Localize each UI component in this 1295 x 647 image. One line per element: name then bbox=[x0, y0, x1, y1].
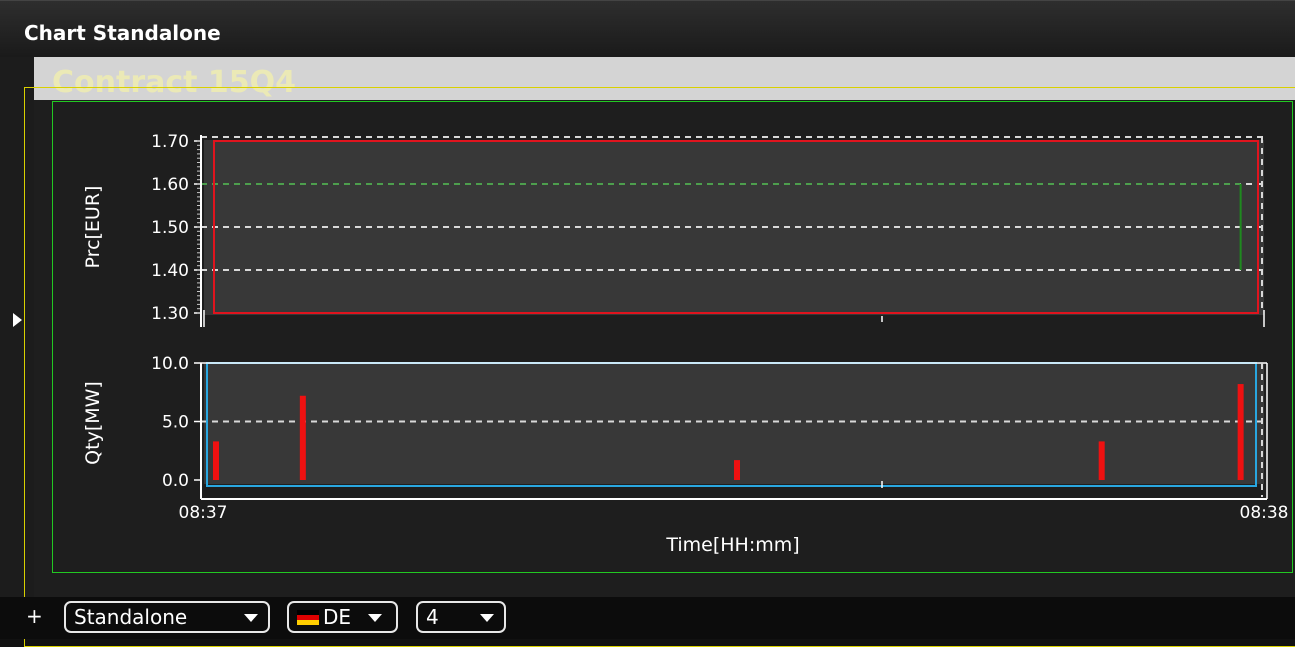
qty-bar bbox=[1237, 384, 1244, 480]
price-y-tick-label: 1.60 bbox=[151, 175, 189, 195]
qty-y-tick-label: 5.0 bbox=[162, 413, 189, 433]
chevron-down-icon bbox=[368, 614, 382, 622]
price-y-tick-label: 1.30 bbox=[151, 304, 189, 324]
mode-dropdown[interactable]: Standalone bbox=[64, 601, 270, 633]
count-dropdown-value: 4 bbox=[426, 605, 439, 629]
mode-dropdown-value: Standalone bbox=[74, 605, 188, 629]
x-tick-label: 08:38 bbox=[1240, 503, 1289, 523]
country-dropdown-value: DE bbox=[323, 605, 352, 629]
add-button[interactable]: + bbox=[26, 606, 43, 626]
germany-flag-icon bbox=[297, 610, 319, 625]
price-y-tick-label: 1.70 bbox=[151, 132, 189, 152]
qty-bar bbox=[1098, 441, 1105, 480]
x-axis-label: Time[HH:mm] bbox=[665, 534, 799, 556]
price-y-tick-label: 1.50 bbox=[151, 218, 189, 238]
chevron-down-icon bbox=[244, 614, 258, 622]
x-tick-label: 08:37 bbox=[179, 503, 228, 523]
qty-y-tick-label: 10.0 bbox=[151, 354, 189, 374]
qty-y-axis-label: Qty[MW] bbox=[82, 381, 104, 465]
qty-bar bbox=[734, 460, 740, 480]
qty-bar bbox=[213, 441, 219, 480]
qty-bar bbox=[299, 395, 306, 480]
chart: 1.70 1.60 1.50 1.40 1.30 Prc[EUR] 10.0 5.0 0.0 Qt… bbox=[82, 132, 1289, 556]
qty-y-tick-label: 0.0 bbox=[162, 471, 189, 491]
count-dropdown[interactable]: 4 bbox=[416, 601, 506, 633]
chevron-down-icon bbox=[480, 614, 494, 622]
price-y-axis-label: Prc[EUR] bbox=[82, 186, 104, 269]
price-y-tick-label: 1.40 bbox=[151, 261, 189, 281]
country-dropdown[interactable]: DE bbox=[287, 601, 398, 633]
